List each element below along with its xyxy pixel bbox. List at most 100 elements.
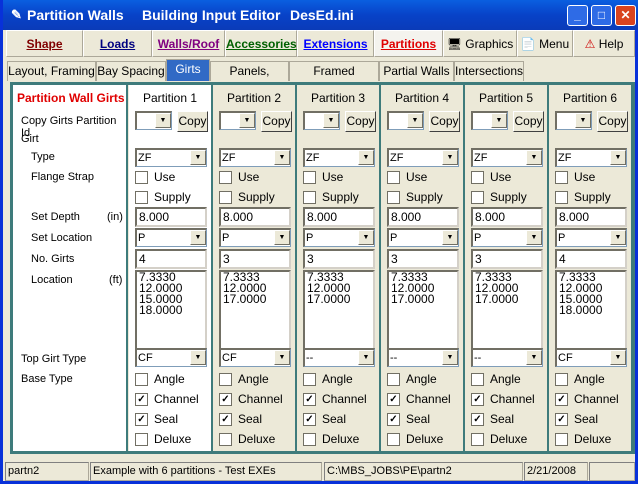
girt-type-select[interactable]: ZF ▼ bbox=[555, 148, 627, 167]
main-tab-shape[interactable]: Shape bbox=[6, 30, 83, 57]
set-location-select[interactable]: P ▼ bbox=[555, 228, 627, 247]
no-girts-input[interactable]: 3 bbox=[387, 249, 459, 269]
channel-checkbox[interactable]: ✓ Channel bbox=[135, 392, 199, 407]
seal-checkbox[interactable]: ✓ Seal bbox=[219, 412, 262, 427]
graphics-button[interactable]: 🖥 Graphics bbox=[443, 30, 517, 57]
supply-checkbox[interactable]: Supply bbox=[135, 190, 191, 205]
sub-tab-2[interactable]: Girts bbox=[166, 59, 210, 81]
seal-checkbox[interactable]: ✓ Seal bbox=[135, 412, 178, 427]
top-girt-type-select[interactable]: CF ▼ bbox=[135, 348, 207, 367]
use-checkbox[interactable]: Use bbox=[135, 170, 175, 185]
girt-type-select[interactable]: ZF ▼ bbox=[219, 148, 291, 167]
sub-tab-3[interactable]: Panels, Colors bbox=[210, 61, 289, 97]
set-depth-input[interactable]: 8.000 bbox=[555, 207, 627, 227]
location-list[interactable]: 7.3333 12.0000 17.0000 bbox=[219, 270, 291, 350]
main-tab-extensions[interactable]: Extensions bbox=[297, 30, 374, 57]
deluxe-checkbox[interactable]: Deluxe bbox=[555, 432, 611, 447]
copy-id-select[interactable]: ▼ bbox=[471, 111, 508, 130]
supply-checkbox[interactable]: Supply bbox=[471, 190, 527, 205]
use-checkbox[interactable]: Use bbox=[555, 170, 595, 185]
seal-checkbox[interactable]: ✓ Seal bbox=[555, 412, 598, 427]
sub-tab-1[interactable]: Bay Spacing bbox=[96, 61, 166, 81]
channel-checkbox[interactable]: ✓ Channel bbox=[219, 392, 283, 407]
copy-id-select[interactable]: ▼ bbox=[303, 111, 340, 130]
girt-type-select[interactable]: ZF ▼ bbox=[135, 148, 207, 167]
seal-checkbox[interactable]: ✓ Seal bbox=[303, 412, 346, 427]
copy-id-select[interactable]: ▼ bbox=[387, 111, 424, 130]
set-location-select[interactable]: P ▼ bbox=[135, 228, 207, 247]
angle-checkbox[interactable]: Angle bbox=[135, 372, 185, 387]
deluxe-checkbox[interactable]: Deluxe bbox=[387, 432, 443, 447]
channel-checkbox[interactable]: ✓ Channel bbox=[555, 392, 619, 407]
supply-checkbox[interactable]: Supply bbox=[387, 190, 443, 205]
copy-id-select[interactable]: ▼ bbox=[135, 111, 172, 130]
sub-tab-4[interactable]: Framed Openings bbox=[289, 61, 379, 97]
set-depth-input[interactable]: 8.000 bbox=[387, 207, 459, 227]
no-girts-input[interactable]: 4 bbox=[555, 249, 627, 269]
main-tab-partitions[interactable]: Partitions bbox=[374, 30, 443, 57]
channel-checkbox[interactable]: ✓ Channel bbox=[303, 392, 367, 407]
no-girts-input[interactable]: 3 bbox=[219, 249, 291, 269]
angle-checkbox[interactable]: Angle bbox=[303, 372, 353, 387]
copy-button[interactable]: Copy bbox=[513, 111, 544, 132]
use-checkbox[interactable]: Use bbox=[219, 170, 259, 185]
location-list[interactable]: 7.3333 12.0000 17.0000 bbox=[387, 270, 459, 350]
angle-checkbox[interactable]: Angle bbox=[387, 372, 437, 387]
close-button[interactable]: ✕ bbox=[615, 5, 636, 26]
location-list[interactable]: 7.3330 12.0000 15.0000 18.0000 bbox=[135, 270, 207, 350]
main-tab-loads[interactable]: Loads bbox=[83, 30, 152, 57]
deluxe-checkbox[interactable]: Deluxe bbox=[471, 432, 527, 447]
sub-tab-0[interactable]: Layout, Framing bbox=[7, 61, 96, 81]
set-depth-input[interactable]: 8.000 bbox=[303, 207, 375, 227]
minimize-button[interactable]: _ bbox=[567, 5, 588, 26]
channel-checkbox[interactable]: ✓ Channel bbox=[387, 392, 451, 407]
copy-id-select[interactable]: ▼ bbox=[555, 111, 592, 130]
set-location-select[interactable]: P ▼ bbox=[471, 228, 543, 247]
copy-id-select[interactable]: ▼ bbox=[219, 111, 256, 130]
help-button[interactable]: ⚠ Help bbox=[573, 30, 635, 57]
menu-button[interactable]: 📄 Menu bbox=[517, 30, 573, 57]
no-girts-input[interactable]: 4 bbox=[135, 249, 207, 269]
channel-checkbox[interactable]: ✓ Channel bbox=[471, 392, 535, 407]
maximize-button[interactable]: □ bbox=[591, 5, 612, 26]
no-girts-input[interactable]: 3 bbox=[303, 249, 375, 269]
set-location-select[interactable]: P ▼ bbox=[303, 228, 375, 247]
top-girt-type-select[interactable]: -- ▼ bbox=[387, 348, 459, 367]
set-location-select[interactable]: P ▼ bbox=[387, 228, 459, 247]
top-girt-type-select[interactable]: CF ▼ bbox=[219, 348, 291, 367]
use-checkbox[interactable]: Use bbox=[387, 170, 427, 185]
deluxe-checkbox[interactable]: Deluxe bbox=[303, 432, 359, 447]
top-girt-type-select[interactable]: -- ▼ bbox=[471, 348, 543, 367]
girt-type-select[interactable]: ZF ▼ bbox=[471, 148, 543, 167]
copy-button[interactable]: Copy bbox=[597, 111, 628, 132]
location-list[interactable]: 7.3333 12.0000 15.0000 18.0000 bbox=[555, 270, 627, 350]
angle-checkbox[interactable]: Angle bbox=[219, 372, 269, 387]
top-girt-type-select[interactable]: -- ▼ bbox=[303, 348, 375, 367]
seal-checkbox[interactable]: ✓ Seal bbox=[387, 412, 430, 427]
girt-type-select[interactable]: ZF ▼ bbox=[387, 148, 459, 167]
angle-checkbox[interactable]: Angle bbox=[471, 372, 521, 387]
sub-tab-6[interactable]: Intersections bbox=[454, 61, 524, 81]
location-list[interactable]: 7.3333 12.0000 17.0000 bbox=[303, 270, 375, 350]
main-tab-walls-roof[interactable]: Walls/Roof bbox=[152, 30, 225, 57]
copy-button[interactable]: Copy bbox=[177, 111, 208, 132]
supply-checkbox[interactable]: Supply bbox=[219, 190, 275, 205]
copy-button[interactable]: Copy bbox=[261, 111, 292, 132]
seal-checkbox[interactable]: ✓ Seal bbox=[471, 412, 514, 427]
supply-checkbox[interactable]: Supply bbox=[555, 190, 611, 205]
set-location-select[interactable]: P ▼ bbox=[219, 228, 291, 247]
angle-checkbox[interactable]: Angle bbox=[555, 372, 605, 387]
no-girts-input[interactable]: 3 bbox=[471, 249, 543, 269]
use-checkbox[interactable]: Use bbox=[471, 170, 511, 185]
copy-button[interactable]: Copy bbox=[429, 111, 460, 132]
main-tab-accessories[interactable]: Accessories bbox=[225, 30, 297, 57]
deluxe-checkbox[interactable]: Deluxe bbox=[135, 432, 191, 447]
supply-checkbox[interactable]: Supply bbox=[303, 190, 359, 205]
location-list[interactable]: 7.3333 12.0000 17.0000 bbox=[471, 270, 543, 350]
set-depth-input[interactable]: 8.000 bbox=[219, 207, 291, 227]
girt-type-select[interactable]: ZF ▼ bbox=[303, 148, 375, 167]
top-girt-type-select[interactable]: CF ▼ bbox=[555, 348, 627, 367]
use-checkbox[interactable]: Use bbox=[303, 170, 343, 185]
sub-tab-5[interactable]: Partial Walls bbox=[379, 61, 454, 81]
deluxe-checkbox[interactable]: Deluxe bbox=[219, 432, 275, 447]
